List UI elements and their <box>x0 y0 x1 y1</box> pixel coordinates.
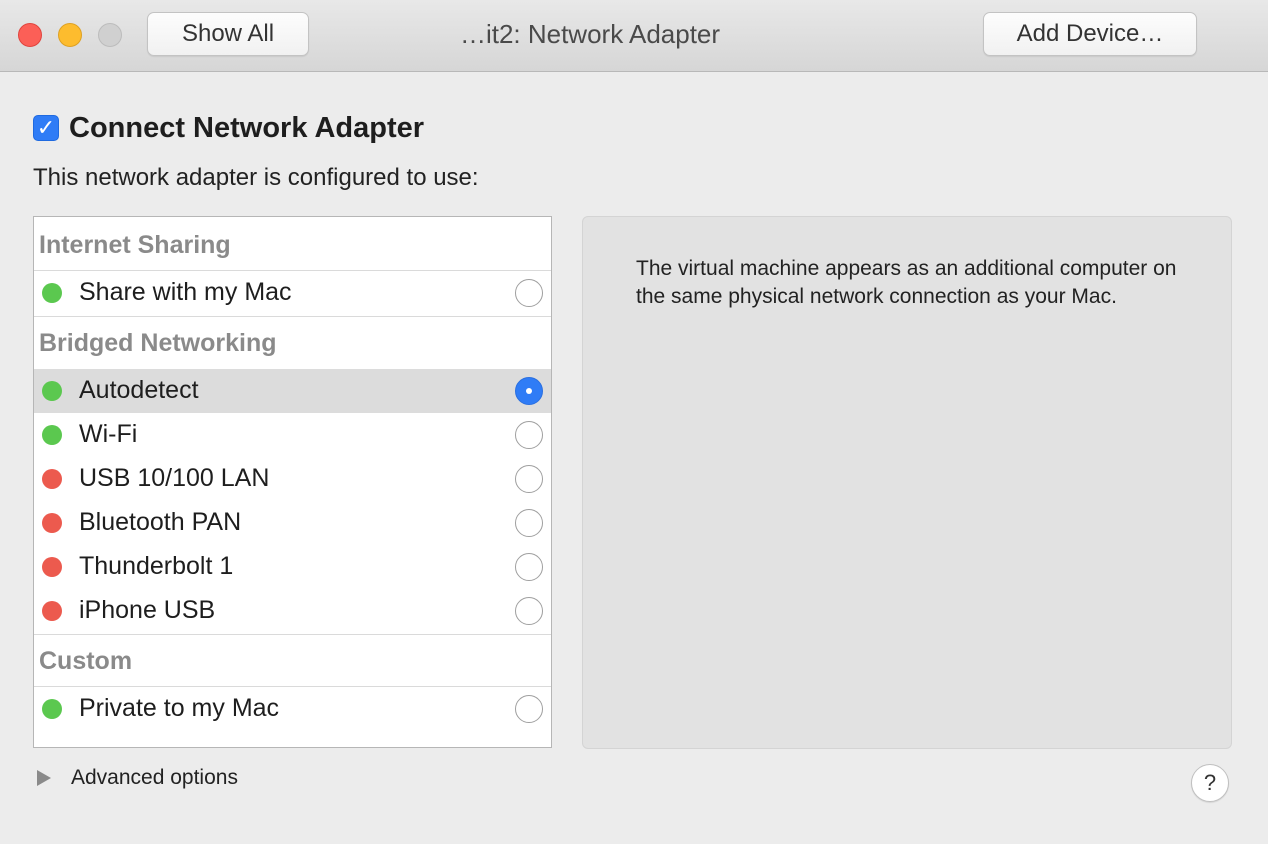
list-item-thunderbolt-1[interactable]: Thunderbolt 1 <box>34 545 551 589</box>
description-text: The virtual machine appears as an additi… <box>636 257 1177 308</box>
advanced-options-disclosure[interactable]: Advanced options <box>37 766 238 790</box>
status-green-icon <box>42 381 62 401</box>
advanced-options-label[interactable]: Advanced options <box>71 766 238 790</box>
connect-network-adapter-label[interactable]: Connect Network Adapter <box>69 112 424 145</box>
list-item-share-with-my-mac[interactable]: Share with my Mac <box>34 271 551 315</box>
status-red-icon <box>42 513 62 533</box>
radio-button[interactable] <box>515 421 543 449</box>
radio-button[interactable] <box>515 553 543 581</box>
list-item-label: Wi-Fi <box>79 420 138 448</box>
add-device-button[interactable]: Add Device… <box>983 12 1197 56</box>
description-panel: The virtual machine appears as an additi… <box>582 216 1232 749</box>
list-item-label: Private to my Mac <box>79 694 280 722</box>
radio-button[interactable] <box>515 695 543 723</box>
configured-to-use-label: This network adapter is configured to us… <box>33 164 479 191</box>
radio-button[interactable] <box>515 279 543 307</box>
radio-button-selected[interactable] <box>515 377 543 405</box>
list-item-private-to-my-mac[interactable]: Private to my Mac <box>34 687 551 731</box>
close-window-icon[interactable] <box>18 23 42 47</box>
list-item-autodetect[interactable]: Autodetect <box>34 369 551 413</box>
radio-button[interactable] <box>515 597 543 625</box>
list-item-label: Autodetect <box>79 376 199 404</box>
list-item-bluetooth-pan[interactable]: Bluetooth PAN <box>34 501 551 545</box>
list-item-usb-10-100-lan[interactable]: USB 10/100 LAN <box>34 457 551 501</box>
radio-button[interactable] <box>515 465 543 493</box>
network-adapter-window: Show All …it2: Network Adapter Add Devic… <box>0 0 1268 844</box>
minimize-window-icon[interactable] <box>58 23 82 47</box>
network-source-list: Internet Sharing Share with my Mac Bridg… <box>33 216 552 748</box>
status-red-icon <box>42 601 62 621</box>
disclosure-triangle-icon[interactable] <box>37 770 51 786</box>
status-green-icon <box>42 425 62 445</box>
list-item-label: Bluetooth PAN <box>79 508 242 536</box>
show-all-button[interactable]: Show All <box>147 12 309 56</box>
list-item-label: Thunderbolt 1 <box>79 552 234 580</box>
status-red-icon <box>42 469 62 489</box>
zoom-window-icon[interactable] <box>98 23 122 47</box>
list-item-label: iPhone USB <box>79 596 216 624</box>
list-item-iphone-usb[interactable]: iPhone USB <box>34 589 551 633</box>
connect-network-adapter-checkbox[interactable]: ✓ <box>33 115 59 141</box>
list-item-wi-fi[interactable]: Wi-Fi <box>34 413 551 457</box>
title-bar: Show All …it2: Network Adapter Add Devic… <box>0 0 1268 72</box>
window-title: …it2: Network Adapter <box>459 19 721 49</box>
group-header-custom: Custom <box>39 647 133 675</box>
radio-button[interactable] <box>515 509 543 537</box>
list-item-label: Share with my Mac <box>79 278 292 306</box>
help-button[interactable]: ? <box>1191 764 1229 802</box>
status-green-icon <box>42 283 62 303</box>
group-header-internet-sharing: Internet Sharing <box>39 231 231 259</box>
connect-network-adapter-row[interactable]: ✓ Connect Network Adapter <box>33 112 424 144</box>
status-red-icon <box>42 557 62 577</box>
group-header-bridged-networking: Bridged Networking <box>39 329 277 357</box>
status-green-icon <box>42 699 62 719</box>
list-item-label: USB 10/100 LAN <box>79 464 270 492</box>
